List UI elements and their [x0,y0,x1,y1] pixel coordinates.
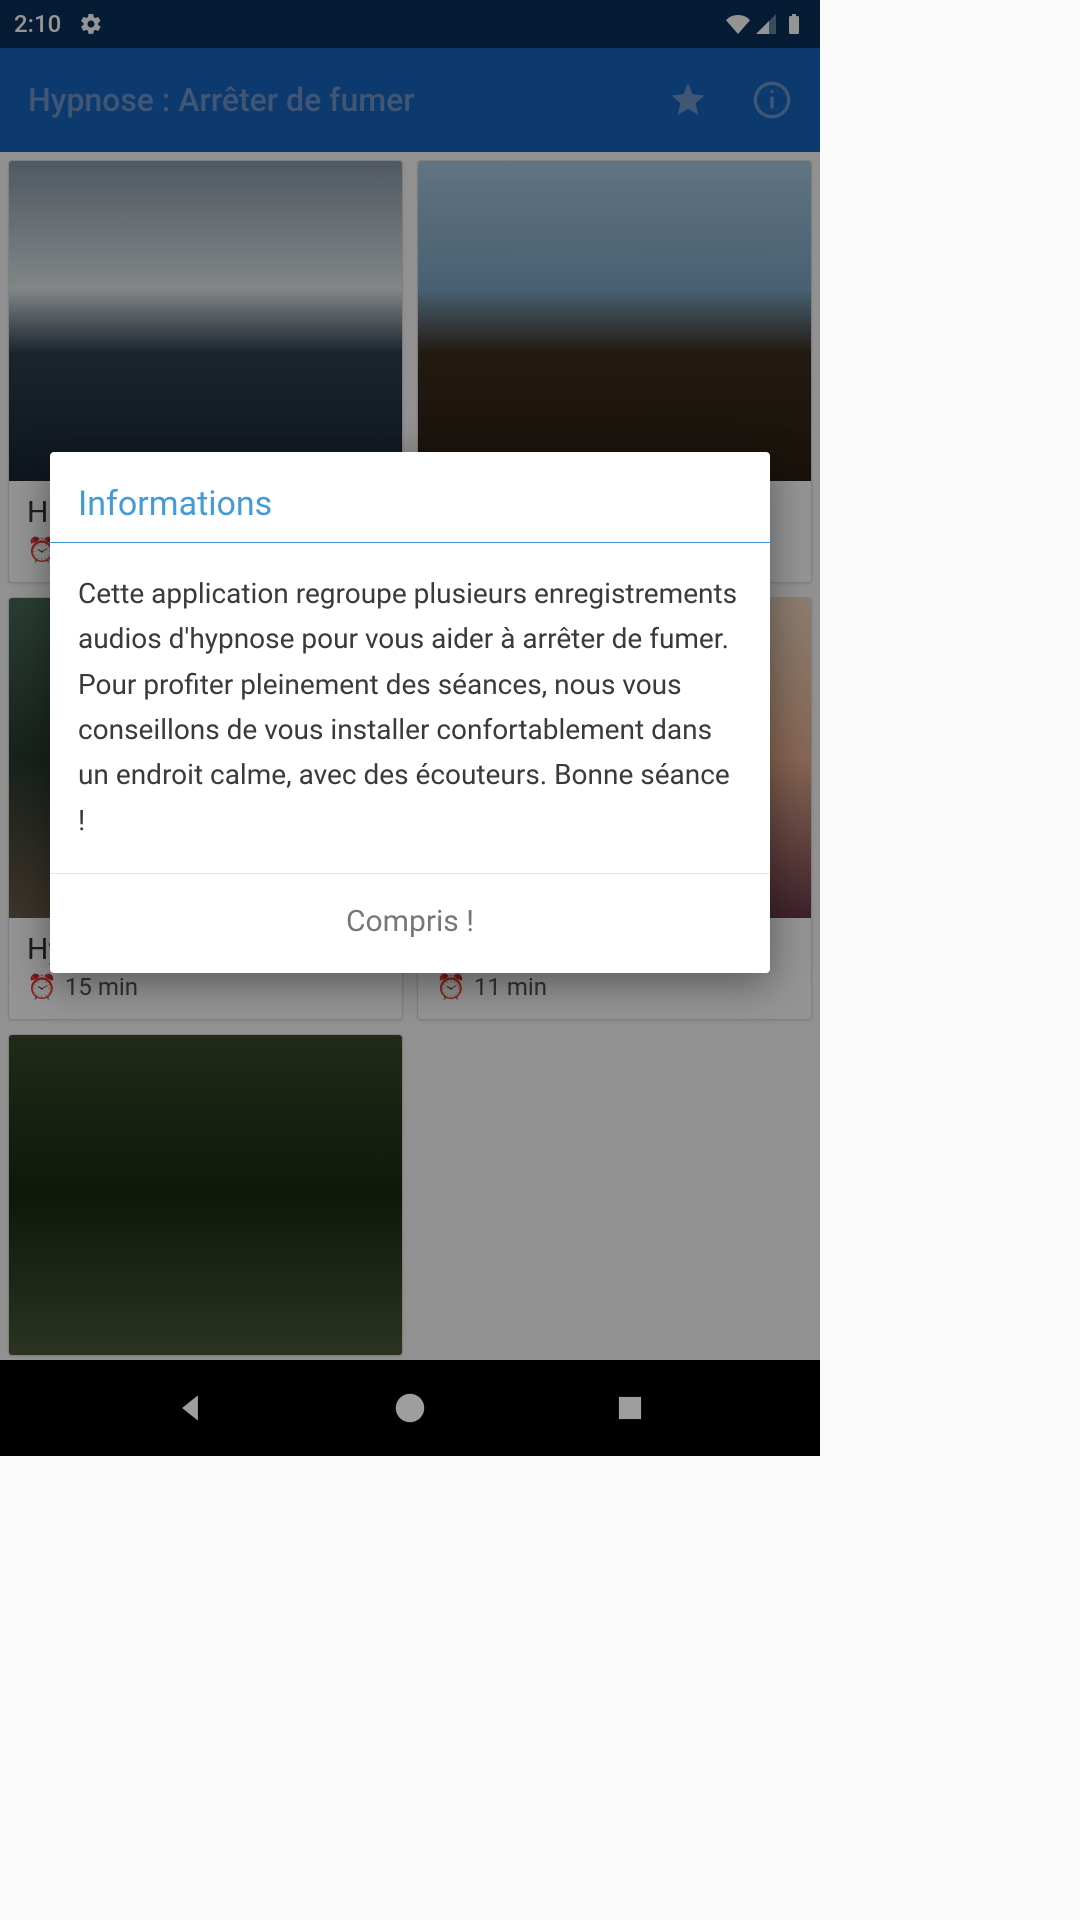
recent-button[interactable] [611,1389,649,1427]
back-button[interactable] [171,1389,209,1427]
info-dialog: Informations Cette application regroupe … [50,452,770,973]
dialog-body: Cette application regroupe plusieurs enr… [50,543,770,874]
android-nav-bar [0,1360,820,1456]
dialog-title: Informations [50,452,770,542]
home-button[interactable] [391,1389,429,1427]
dialog-confirm-button[interactable]: Compris ! [50,874,770,973]
